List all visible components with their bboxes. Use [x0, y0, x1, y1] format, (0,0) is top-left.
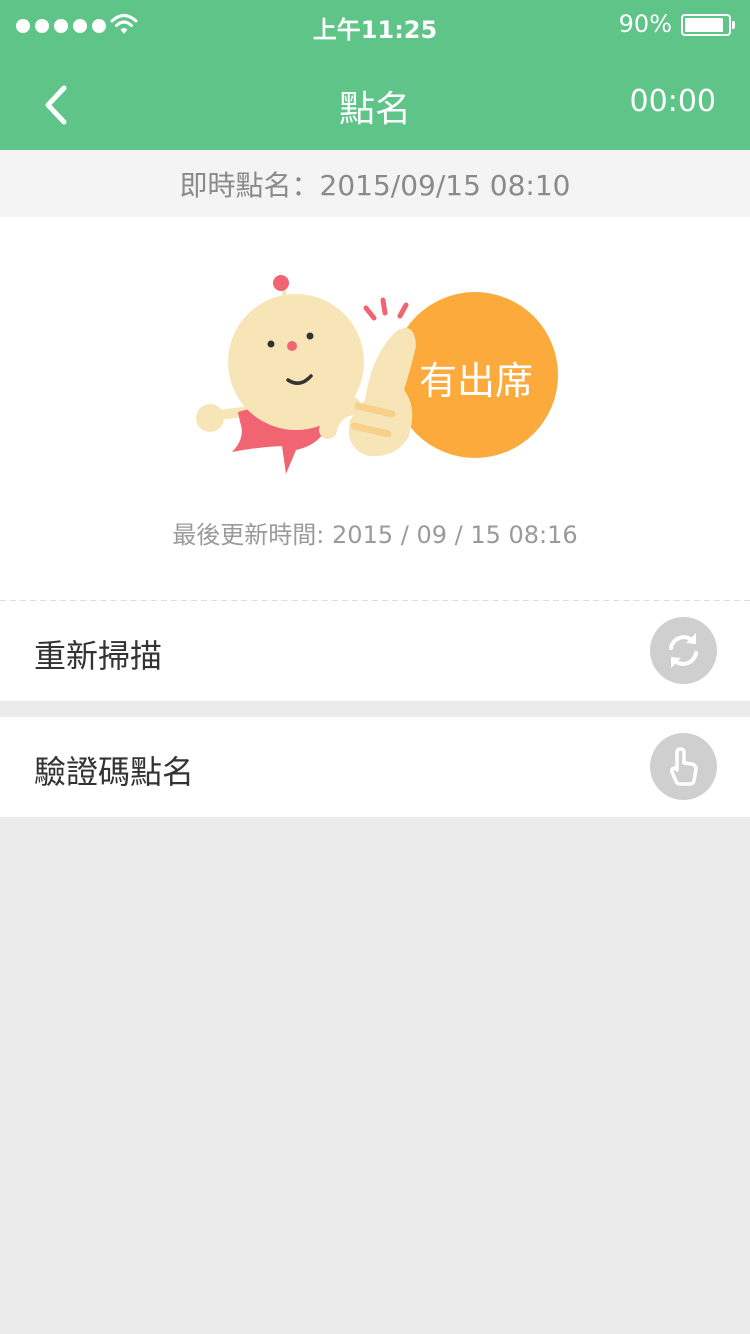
verification-code-rollcall-button[interactable]: 驗證碼點名: [0, 717, 750, 817]
battery-percent: 90%: [618, 10, 672, 38]
battery-level: [685, 18, 723, 32]
battery-icon: [681, 14, 735, 36]
timer-display: 00:00: [629, 84, 716, 119]
verification-code-label: 驗證碼點名: [34, 753, 195, 791]
last-update-time: 最後更新時間: 2015 / 09 / 15 08:16: [172, 521, 578, 549]
refresh-icon[interactable]: [650, 617, 717, 684]
rescan-label: 重新掃描: [34, 637, 163, 675]
app-header: 上午11:25 90% 點名 00:00: [0, 0, 750, 150]
realtime-rollcall-text: 即時點名：2015/09/15 08:10: [179, 168, 571, 202]
status-bar: 上午11:25 90%: [0, 0, 750, 50]
tap-hand-icon[interactable]: [650, 733, 717, 800]
realtime-rollcall-bar: 即時點名：2015/09/15 08:10: [0, 150, 750, 217]
rescan-button[interactable]: 重新掃描: [0, 601, 750, 701]
attendance-status-label: 有出席: [418, 359, 533, 403]
